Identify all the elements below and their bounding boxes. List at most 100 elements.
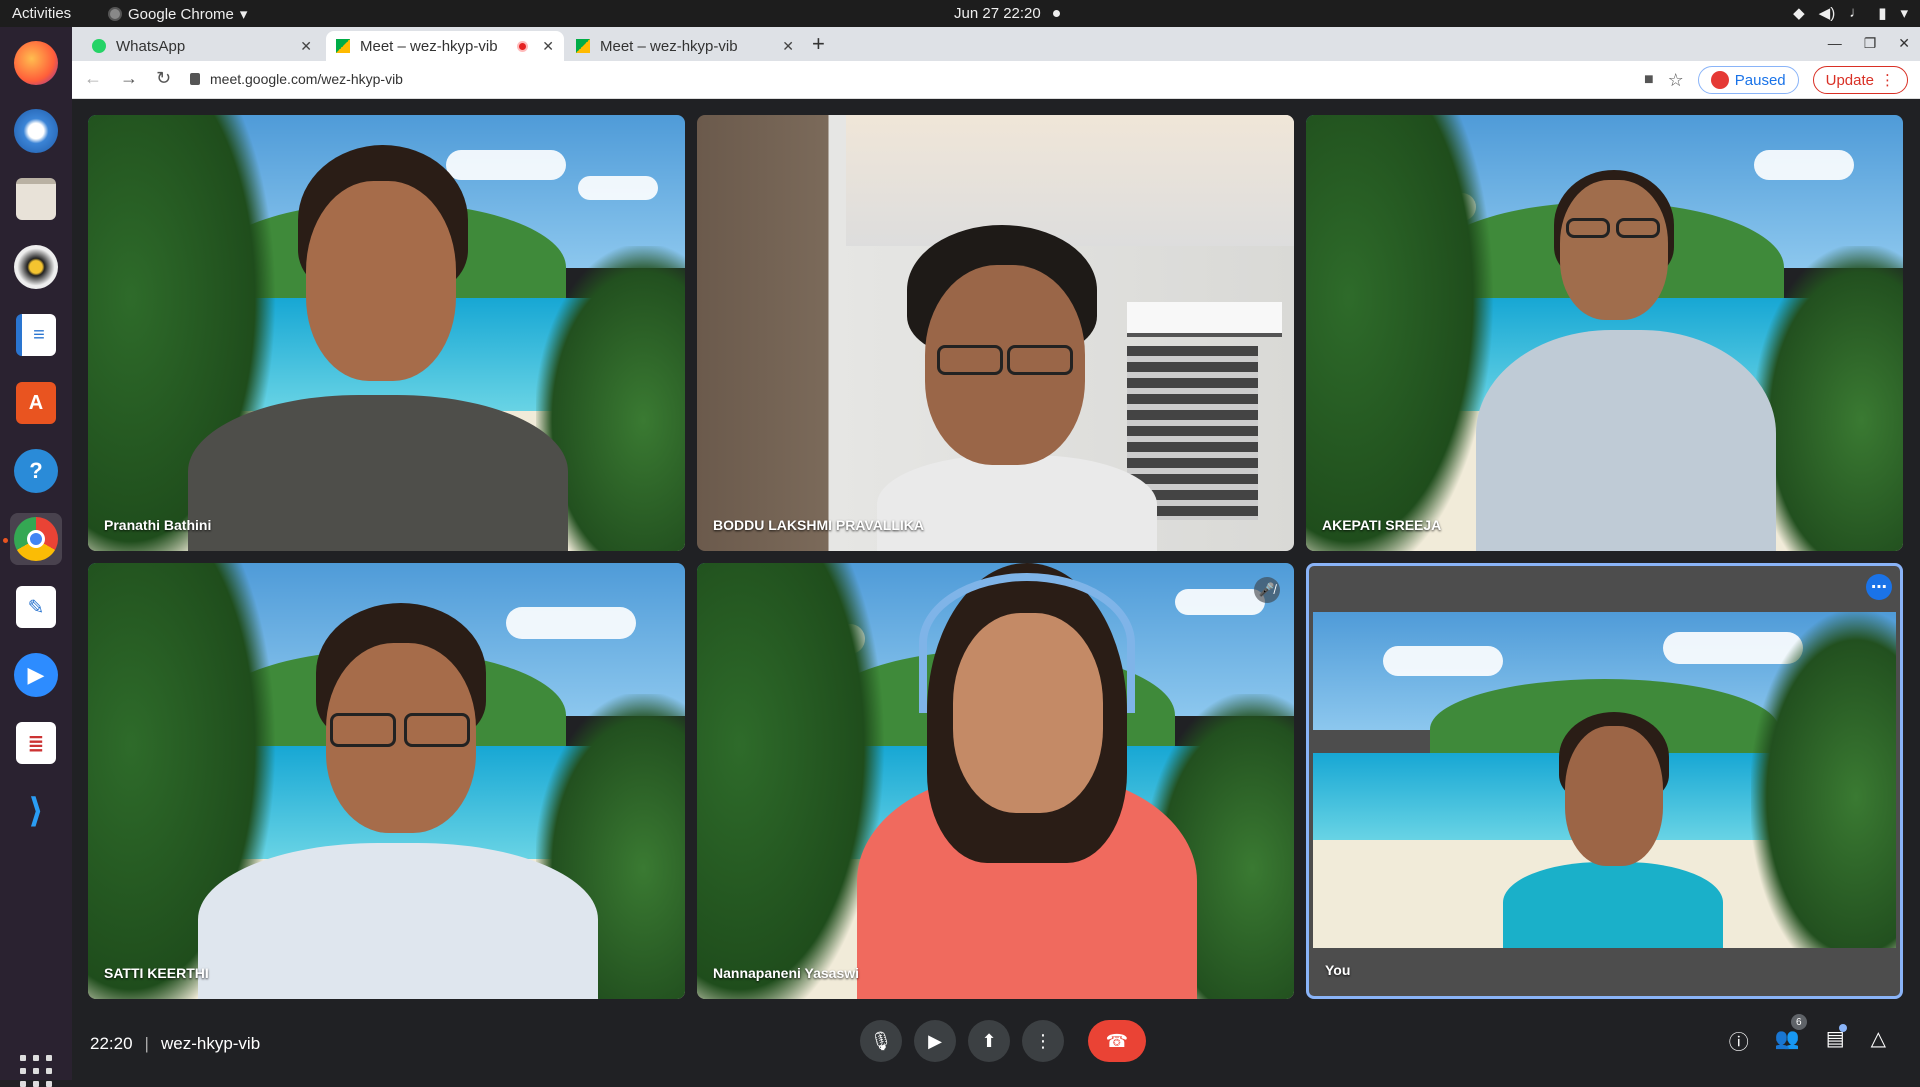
more-options-icon[interactable]: ⋯ <box>1866 574 1892 600</box>
participant-tile[interactable]: 🎤̸ Nannapaneni Yasaswi <box>697 563 1294 999</box>
tab-strip: WhatsApp ✕ Meet – wez-hkyp-vib ✕ Meet – … <box>72 27 1920 61</box>
app-menu-label: Google Chrome <box>128 5 234 23</box>
dock-firefox[interactable] <box>10 37 62 89</box>
participant-name: Nannapaneni Yasaswi <box>713 965 860 981</box>
dock-help[interactable]: ? <box>10 445 62 497</box>
profile-avatar-icon <box>1710 71 1729 89</box>
url-text: meet.google.com/wez-hkyp-vib <box>210 71 403 87</box>
kebab-menu-icon: ⋮ <box>1034 1030 1052 1051</box>
participant-video <box>1503 712 1723 948</box>
recording-icon <box>517 40 528 52</box>
meeting-time: 22:20 <box>90 1034 133 1053</box>
whatsapp-icon <box>92 39 106 53</box>
back-icon[interactable]: ← <box>84 68 102 89</box>
dock-chrome[interactable] <box>10 513 62 565</box>
dock-software[interactable]: A <box>10 377 62 429</box>
meet-icon <box>576 39 590 53</box>
more-options-button[interactable]: ⋮ <box>1022 1020 1064 1062</box>
system-tray[interactable]: ◆ ◀) ♩ ▮ ▾ <box>1793 4 1908 22</box>
close-icon[interactable]: ✕ <box>782 38 794 55</box>
participant-tile[interactable]: BODDU LAKSHMI PRAVALLIKA <box>697 115 1294 551</box>
people-icon: 👥 <box>1774 1028 1800 1050</box>
tab-title: WhatsApp <box>116 37 186 55</box>
firefox-icon <box>14 41 58 85</box>
window-controls: — ❐ ✕ <box>1828 35 1910 52</box>
call-controls: 🎙 ▶ ⬆ ⋮ ☎ <box>860 1020 1146 1062</box>
participant-name: Pranathi Bathini <box>104 517 212 533</box>
meet-icon <box>336 39 350 53</box>
participant-tile[interactable]: AKEPATI SREEJA <box>1306 115 1903 551</box>
microphone-icon: 🎙 <box>869 1030 893 1051</box>
microphone-button[interactable]: 🎙 <box>860 1020 902 1062</box>
reload-icon[interactable]: ↻ <box>156 68 171 89</box>
participant-video <box>188 145 568 551</box>
close-icon[interactable]: ✕ <box>542 38 554 55</box>
chevron-down-icon: ▾ <box>239 6 248 23</box>
participant-video <box>857 225 1177 551</box>
activities-button[interactable]: Activities <box>12 5 71 22</box>
software-center-icon: A <box>16 382 56 424</box>
toolbar-right: ■ ☆ Paused Update ⋮ <box>1644 66 1908 94</box>
minimize-icon[interactable]: — <box>1828 35 1842 52</box>
dock-text-editor[interactable]: ✎ <box>10 581 62 633</box>
zoom-icon: ▶ <box>14 653 58 697</box>
self-view-tile[interactable]: ⋯ You <box>1306 563 1903 999</box>
dock-document-viewer[interactable]: ≣ <box>10 717 62 769</box>
chat-button[interactable]: ▤ <box>1826 1024 1847 1055</box>
show-applications-icon[interactable] <box>20 1055 52 1087</box>
update-button[interactable]: Update ⋮ <box>1812 66 1908 94</box>
app-menu[interactable]: Google Chrome ▾ <box>108 5 247 23</box>
text-editor-icon: ✎ <box>16 586 56 628</box>
close-icon[interactable]: ✕ <box>300 38 312 55</box>
update-label: Update <box>1825 71 1874 89</box>
help-icon: ? <box>14 449 58 493</box>
dock-files[interactable] <box>10 173 62 225</box>
libreoffice-writer-icon: ≡ <box>16 314 56 356</box>
participant-name: BODDU LAKSHMI PRAVALLIKA <box>713 517 925 533</box>
self-video <box>1313 612 1896 948</box>
close-window-icon[interactable]: ✕ <box>1898 35 1910 52</box>
tab-meet-active[interactable]: Meet – wez-hkyp-vib ✕ <box>326 31 564 61</box>
activities-icon[interactable]: △ <box>1871 1026 1886 1055</box>
meet-stage: Pranathi Bathini BODDU LAKSHMI PRAVALLIK… <box>72 99 1920 1080</box>
participant-count-badge: 6 <box>1790 1014 1807 1030</box>
meet-bottom-bar: 22:20 | wez-hkyp-vib 🎙 ▶ ⬆ ⋮ ☎ ⓘ 👥 6 ▤ △ <box>72 1012 1920 1080</box>
present-icon: ⬆ <box>981 1030 997 1051</box>
restore-icon[interactable]: ❐ <box>1864 35 1877 52</box>
camera-icon: ▶ <box>928 1030 942 1051</box>
tab-whatsapp[interactable]: WhatsApp ✕ <box>82 31 322 61</box>
address-bar[interactable]: meet.google.com/wez-hkyp-vib <box>190 71 403 87</box>
participant-name: AKEPATI SREEJA <box>1322 517 1442 533</box>
tab-meet[interactable]: Meet – wez-hkyp-vib ✕ <box>566 31 804 61</box>
tab-title: Meet – wez-hkyp-vib <box>360 37 498 55</box>
meeting-details-icon[interactable]: ⓘ <box>1729 1026 1749 1055</box>
camera-indicator-icon[interactable]: ■ <box>1644 71 1654 89</box>
participant-tile[interactable]: Pranathi Bathini <box>88 115 685 551</box>
profile-paused-button[interactable]: Paused <box>1697 66 1799 94</box>
wifi-icon: ◆ <box>1793 5 1805 22</box>
participant-video <box>857 563 1197 999</box>
meeting-info: 22:20 | wez-hkyp-vib <box>90 1034 260 1054</box>
divider: | <box>144 1034 149 1053</box>
present-screen-button[interactable]: ⬆ <box>968 1020 1010 1062</box>
tab-title: Meet – wez-hkyp-vib <box>600 37 738 55</box>
vscode-icon: ⟩ <box>28 792 44 830</box>
camera-button[interactable]: ▶ <box>914 1020 956 1062</box>
dock-zoom[interactable]: ▶ <box>10 649 62 701</box>
dock-thunderbird[interactable] <box>10 105 62 157</box>
participant-name: SATTI KEERTHI <box>104 965 209 981</box>
dock-rhythmbox[interactable] <box>10 241 62 293</box>
leave-call-button[interactable]: ☎ <box>1088 1020 1146 1062</box>
files-icon <box>16 178 56 220</box>
participant-tile[interactable]: SATTI KEERTHI <box>88 563 685 999</box>
forward-icon[interactable]: → <box>120 68 138 89</box>
dock-vscode[interactable]: ⟩ <box>10 785 62 837</box>
people-button[interactable]: 👥 6 <box>1774 1014 1807 1055</box>
new-tab-button[interactable]: + <box>812 31 825 57</box>
lock-icon <box>190 73 200 85</box>
clock[interactable]: Jun 27 22:20 <box>954 5 1060 22</box>
running-indicator-icon <box>3 538 8 543</box>
bookmark-star-icon[interactable]: ☆ <box>1668 70 1684 91</box>
meet-side-controls: ⓘ 👥 6 ▤ △ <box>1729 1014 1886 1055</box>
dock-writer[interactable]: ≡ <box>10 309 62 361</box>
